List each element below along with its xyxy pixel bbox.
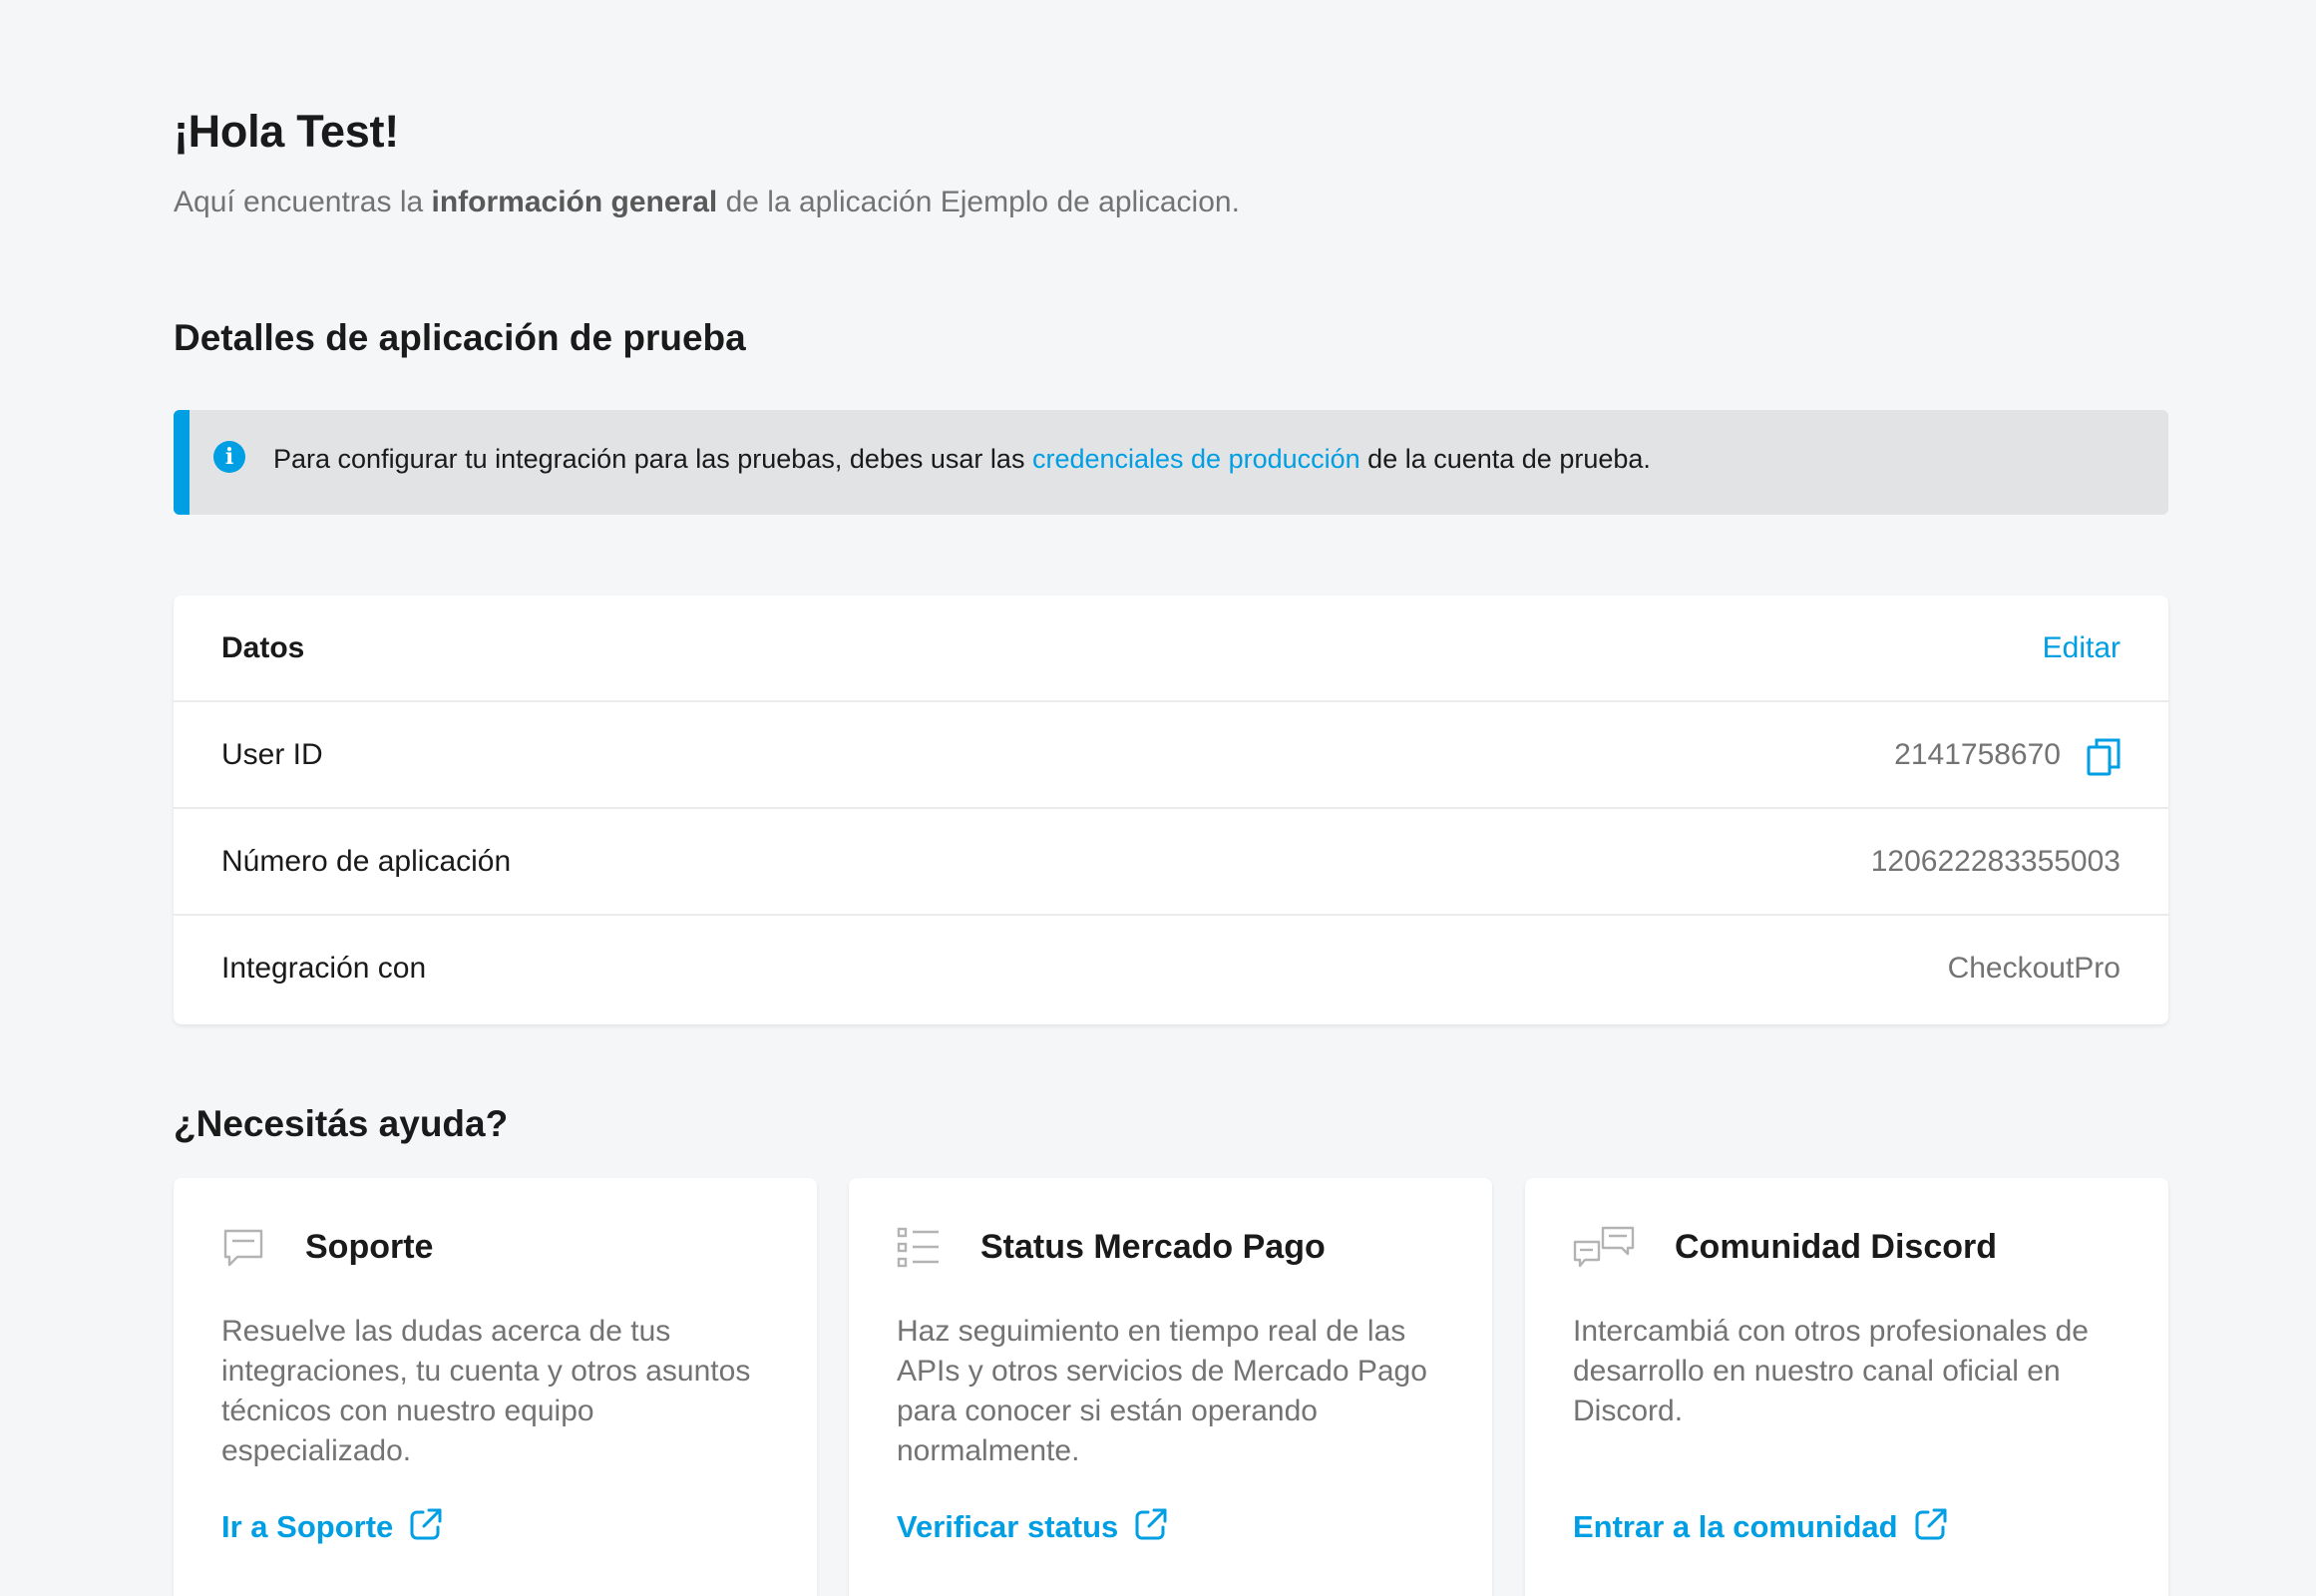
details-section-title: Detalles de aplicación de prueba: [174, 317, 746, 358]
external-link-icon: [1915, 1508, 1947, 1540]
status-card-title: Status Mercado Pago: [980, 1228, 1326, 1266]
community-chat-icon: [1573, 1226, 1635, 1268]
integration-value: CheckoutPro: [1947, 952, 2121, 985]
info-banner: i Para configurar tu integración para la…: [174, 410, 2168, 515]
data-card-title: Datos: [221, 631, 305, 664]
help-card-discord: Comunidad Discord Intercambiá con otros …: [1525, 1178, 2168, 1596]
external-link-icon: [410, 1508, 442, 1540]
user-id-label: User ID: [221, 738, 323, 771]
page-subtitle: Aquí encuentras la información general d…: [174, 186, 1240, 219]
subtitle-prefix: Aquí encuentras la: [174, 186, 432, 218]
chat-bubble-icon: [223, 1229, 263, 1267]
support-link[interactable]: Ir a Soporte: [221, 1507, 443, 1545]
help-section-title: ¿Necesitás ayuda?: [174, 1103, 509, 1144]
data-row-integration: Integración con CheckoutPro: [174, 916, 2168, 1022]
copy-icon[interactable]: [2087, 738, 2121, 776]
data-row-user-id: User ID 2141758670: [174, 702, 2168, 809]
credentials-link[interactable]: credenciales de producción: [1032, 444, 1360, 474]
page-title: ¡Hola Test!: [174, 106, 399, 157]
data-row-app-number: Número de aplicación 120622283355003: [174, 809, 2168, 916]
external-link-icon: [1135, 1508, 1167, 1540]
data-card-header: Datos Editar: [174, 596, 2168, 702]
support-card-title: Soporte: [305, 1228, 434, 1266]
info-banner-text: Para configurar tu integración para las …: [273, 444, 1651, 475]
status-link-label: Verificar status: [897, 1509, 1119, 1544]
app-number-value: 120622283355003: [1870, 845, 2121, 878]
discord-card-title: Comunidad Discord: [1675, 1228, 1998, 1266]
info-text-prefix: Para configurar tu integración para las …: [273, 444, 1032, 474]
subtitle-suffix: de la aplicación Ejemplo de aplicacion.: [717, 186, 1240, 218]
community-link[interactable]: Entrar a la comunidad: [1573, 1507, 1948, 1545]
list-icon: [897, 1227, 939, 1268]
discord-card-description: Intercambiá con otros profesionales de d…: [1573, 1315, 2089, 1427]
info-banner-accent: [174, 410, 190, 515]
data-card: Datos Editar User ID 2141758670 Número d…: [174, 596, 2168, 1024]
user-id-value: 2141758670: [1894, 738, 2061, 771]
support-link-label: Ir a Soporte: [221, 1509, 394, 1544]
page: ¡Hola Test! Aquí encuentras la informaci…: [0, 0, 2316, 1596]
status-link[interactable]: Verificar status: [897, 1507, 1168, 1545]
help-card-status: Status Mercado Pago Haz seguimiento en t…: [849, 1178, 1492, 1596]
integration-label: Integración con: [221, 952, 427, 985]
info-icon: i: [213, 441, 245, 473]
status-card-description: Haz seguimiento en tiempo real de las AP…: [897, 1315, 1427, 1467]
support-card-description: Resuelve las dudas acerca de tus integra…: [221, 1315, 751, 1467]
app-number-label: Número de aplicación: [221, 845, 512, 878]
edit-button[interactable]: Editar: [2043, 631, 2121, 665]
help-card-support: Soporte Resuelve las dudas acerca de tus…: [174, 1178, 817, 1596]
subtitle-bold: información general: [431, 186, 718, 218]
community-link-label: Entrar a la comunidad: [1573, 1509, 1898, 1544]
info-text-suffix: de la cuenta de prueba.: [1359, 444, 1651, 474]
